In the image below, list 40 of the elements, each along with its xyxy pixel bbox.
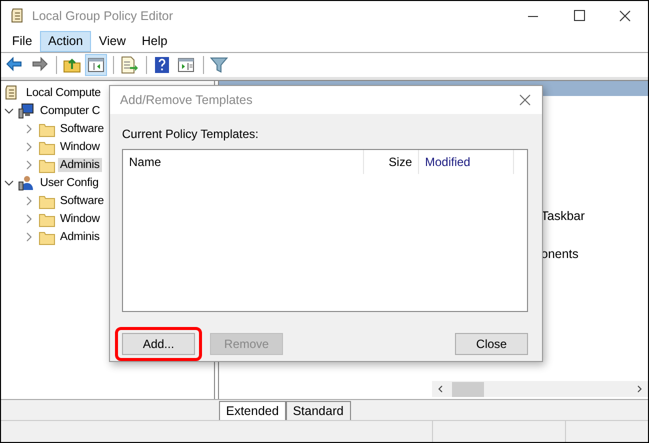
template-list[interactable]: Name Size Modified — [122, 149, 528, 312]
folder-icon — [38, 139, 56, 155]
tree-item[interactable]: Computer C — [38, 104, 102, 118]
scroll-icon — [10, 8, 24, 24]
folder-icon — [38, 193, 56, 209]
computer-icon — [18, 103, 36, 119]
view-tab[interactable]: Extended — [219, 401, 286, 420]
collapse-icon[interactable] — [4, 178, 14, 188]
tree-item[interactable]: Window — [58, 212, 102, 226]
column-header[interactable]: Size — [364, 150, 419, 174]
tree-item[interactable]: Local Compute — [24, 86, 103, 100]
column-header[interactable]: Name — [123, 150, 364, 174]
window-title: Local Group Policy Editor — [32, 9, 174, 23]
horizontal-scrollbar[interactable] — [432, 381, 648, 397]
menu-item[interactable]: Action — [40, 31, 91, 52]
menu-item[interactable]: Help — [134, 31, 176, 52]
list-item[interactable]: Taskbar — [541, 209, 648, 247]
view-tab[interactable]: Standard — [286, 401, 351, 420]
close-icon[interactable] — [519, 94, 531, 106]
menu-item[interactable]: File — [4, 31, 40, 52]
tree-item[interactable]: Software — [58, 194, 106, 208]
folder-icon — [38, 229, 56, 245]
user-icon — [18, 175, 36, 191]
pane-icon[interactable] — [85, 54, 107, 76]
tree-item[interactable]: Software — [58, 122, 106, 136]
tree-item[interactable]: Adminis — [58, 230, 102, 244]
folder-icon — [38, 157, 56, 173]
scroll-thumb[interactable] — [452, 382, 484, 396]
field-label: Current Policy Templates: — [122, 127, 260, 141]
tree-item[interactable]: User Config — [38, 176, 101, 190]
dialog-button[interactable]: Close — [455, 333, 528, 355]
collapse-icon[interactable] — [4, 106, 14, 116]
folder-icon — [38, 121, 56, 137]
menu-item[interactable]: View — [90, 31, 134, 52]
dialog-button[interactable]: Add... — [122, 333, 195, 355]
column-header[interactable]: Modified — [419, 150, 514, 174]
tree-item[interactable]: Window — [58, 140, 102, 154]
dialog-title: Add/Remove Templates — [120, 93, 252, 107]
folder-icon — [38, 211, 56, 227]
tree-item[interactable]: Adminis — [58, 158, 102, 172]
